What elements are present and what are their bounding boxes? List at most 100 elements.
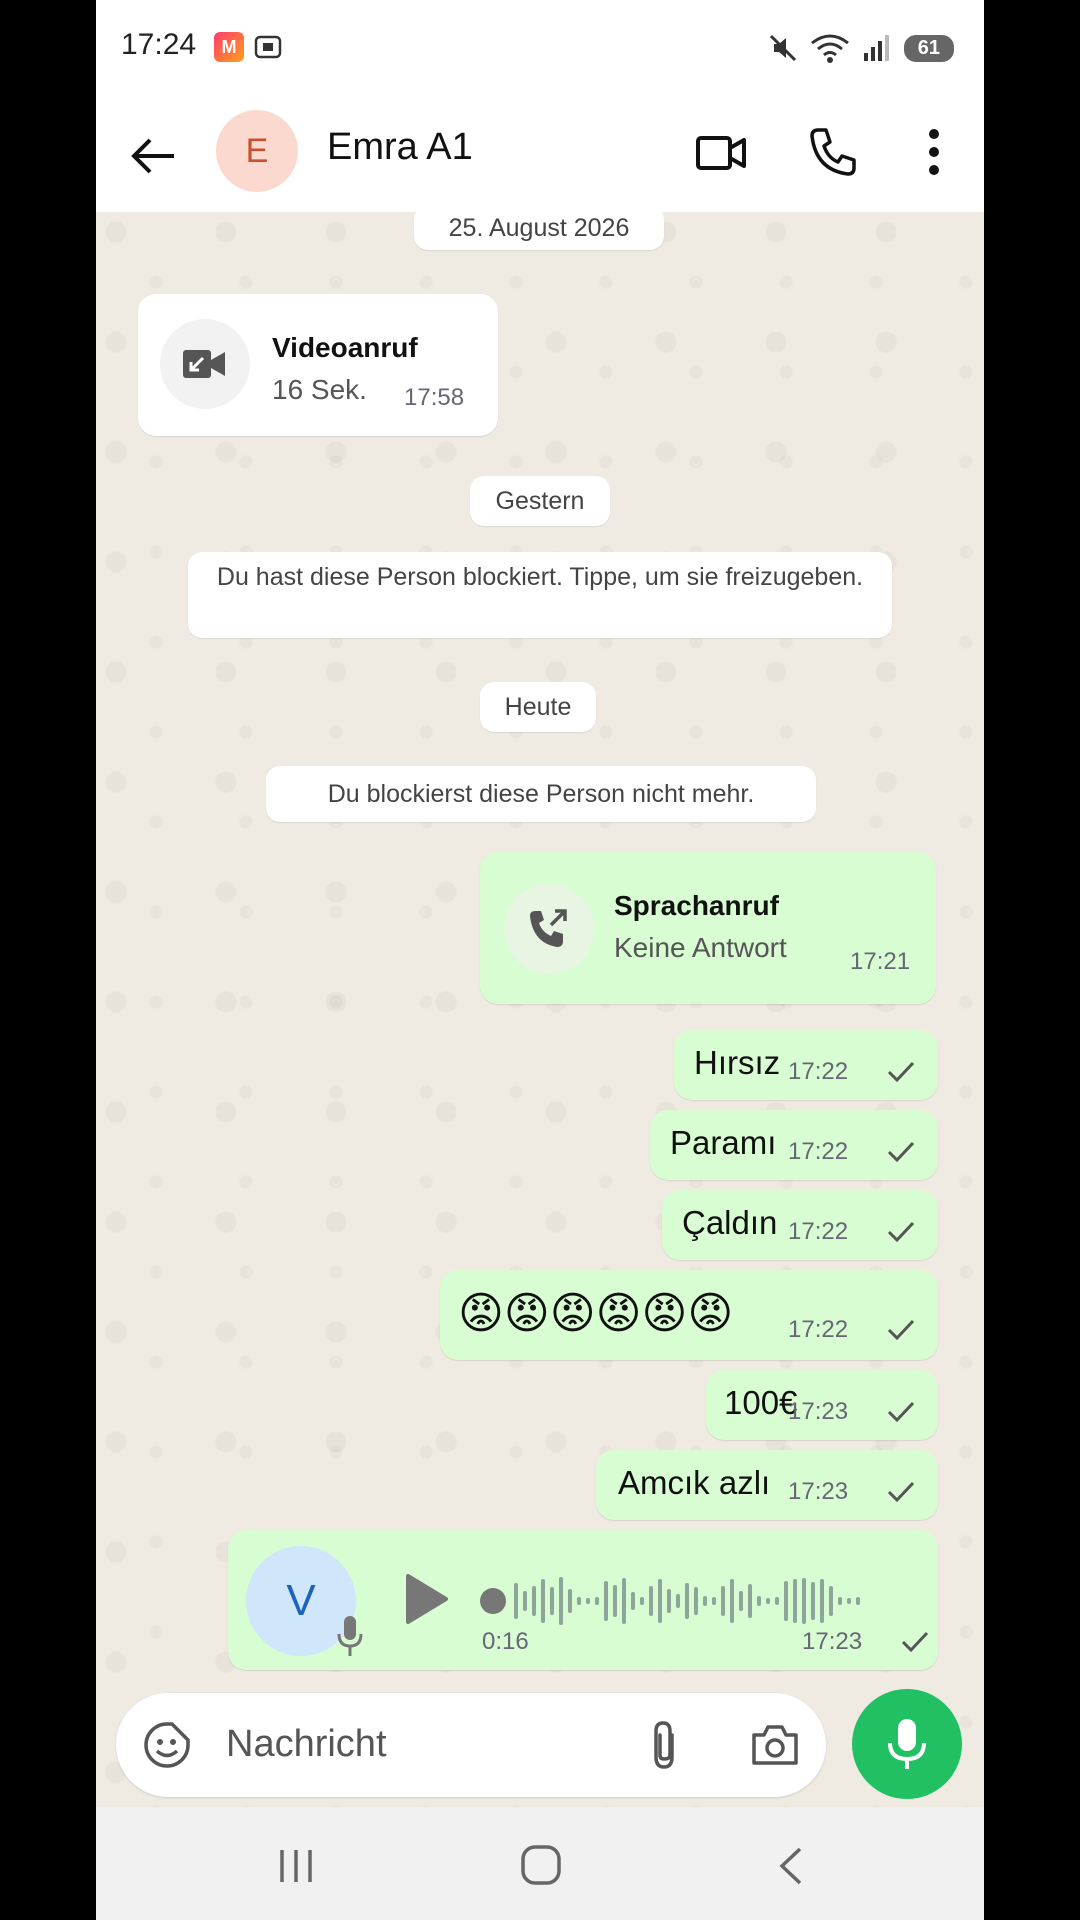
waveform-bar [748, 1584, 752, 1618]
play-icon[interactable] [404, 1572, 450, 1626]
waveform-bar [721, 1586, 725, 1616]
message-time: 17:22 [788, 1058, 849, 1085]
waveform-bar [703, 1596, 707, 1606]
wifi-icon [810, 34, 849, 63]
waveform-bar [847, 1598, 851, 1604]
waveform-bar [766, 1598, 770, 1604]
message-bubble[interactable]: Amcık azlı 17:23 [596, 1450, 938, 1520]
message-input[interactable]: Nachricht [226, 1723, 387, 1766]
waveform-bar [784, 1581, 788, 1621]
video-call-icon[interactable] [696, 130, 746, 176]
outgoing-call-icon [530, 909, 567, 947]
waveform-bar [820, 1579, 824, 1623]
camera-icon[interactable] [750, 1723, 800, 1767]
system-message-text: Du hast diese Person blockiert. Tippe, u… [216, 563, 864, 591]
more-options-icon[interactable] [928, 128, 940, 176]
contact-avatar[interactable]: E [216, 110, 298, 192]
waveform-bar [532, 1586, 536, 1616]
app-notification-icon: M [214, 32, 244, 62]
waveform-bar [694, 1587, 698, 1615]
message-composer[interactable]: Nachricht [116, 1693, 826, 1797]
voice-message-bubble[interactable]: V 0:16 17:23 [228, 1530, 938, 1670]
waveform-bar [685, 1583, 689, 1619]
message-text: Paramı [670, 1124, 777, 1161]
sent-check-icon [887, 1221, 915, 1243]
waveform-bar [730, 1579, 734, 1623]
waveform-bar [811, 1582, 815, 1620]
voice-call-bubble-icon-bg [504, 884, 594, 974]
message-text: 100€ [724, 1384, 798, 1421]
video-call-title: Videoanruf [272, 332, 418, 363]
back-arrow-icon[interactable] [126, 128, 182, 184]
waveform-bar [739, 1591, 743, 1611]
recent-apps-icon[interactable] [276, 1848, 316, 1884]
voice-progress-knob[interactable] [480, 1588, 506, 1614]
chat-header: E Emra A1 [96, 100, 984, 212]
waveform-bar [550, 1587, 554, 1615]
voice-waveform[interactable] [514, 1570, 860, 1632]
status-time: 17:24 [121, 28, 197, 61]
mute-icon [769, 34, 796, 62]
battery-indicator: 61 [903, 34, 954, 62]
system-message-blocked[interactable]: Du hast diese Person blockiert. Tippe, u… [188, 552, 892, 638]
date-separator: Heute [480, 682, 596, 732]
sent-check-icon [887, 1061, 915, 1083]
voice-duration: 0:16 [482, 1628, 529, 1655]
chat-area[interactable]: 25. August 2026 Videoanruf 16 Sek. 17:58… [96, 206, 984, 1807]
message-bubble[interactable]: 100€ 17:23 [706, 1370, 938, 1440]
waveform-bar [658, 1579, 662, 1623]
waveform-bar [640, 1597, 644, 1605]
waveform-bar [775, 1597, 779, 1605]
missed-video-call-icon [183, 350, 225, 378]
voice-call-status: Keine Antwort [614, 932, 787, 963]
message-bubble[interactable]: 😡😡😡😡😡😡 17:22 [440, 1270, 938, 1360]
emoji-message: 😡😡😡😡😡😡 [458, 1289, 734, 1338]
status-indicators: 61 [768, 30, 954, 66]
contact-name[interactable]: Emra A1 [327, 126, 473, 169]
status-bar: 17:24 M 61 [96, 0, 984, 100]
message-text: Hırsız [694, 1044, 781, 1081]
voice-record-button[interactable] [852, 1689, 962, 1799]
waveform-bar [559, 1577, 563, 1625]
message-time: 17:23 [802, 1628, 863, 1655]
waveform-bar [649, 1586, 653, 1616]
waveform-bar [856, 1597, 860, 1605]
message-time: 17:22 [788, 1218, 849, 1245]
waveform-bar [586, 1598, 590, 1604]
video-call-bubble-icon-bg [160, 319, 250, 409]
message-bubble[interactable]: Çaldın 17:22 [662, 1190, 938, 1260]
sent-check-icon [887, 1481, 915, 1503]
waveform-bar [514, 1583, 518, 1619]
message-time: 17:23 [788, 1478, 849, 1505]
message-text: Çaldın [682, 1204, 778, 1241]
video-call-duration: 16 Sek. [272, 374, 367, 405]
waveform-bar [712, 1597, 716, 1605]
waveform-bar [622, 1578, 626, 1624]
home-icon[interactable] [520, 1844, 562, 1886]
message-time: 17:22 [788, 1316, 849, 1343]
waveform-bar [604, 1581, 608, 1621]
signal-icon [863, 35, 889, 61]
nav-back-icon[interactable] [776, 1846, 806, 1886]
sticker-emoji-icon[interactable] [142, 1720, 192, 1770]
waveform-bar [838, 1597, 842, 1605]
waveform-bar [802, 1578, 806, 1624]
voice-call-title: Sprachanruf [614, 890, 779, 921]
system-nav-bar [96, 1808, 984, 1920]
attach-icon[interactable] [646, 1719, 682, 1771]
waveform-bar [631, 1592, 635, 1610]
message-text: Amcık azlı [618, 1464, 771, 1501]
phone-call-icon[interactable] [808, 126, 856, 176]
message-bubble[interactable]: Hırsız 17:22 [674, 1030, 938, 1100]
message-bubble[interactable]: Paramı 17:22 [650, 1110, 938, 1180]
sent-check-icon [887, 1319, 915, 1341]
sent-check-icon [887, 1401, 915, 1423]
waveform-bar [523, 1591, 527, 1611]
video-call-bubble[interactable]: Videoanruf 16 Sek. 17:58 [138, 294, 498, 436]
voice-call-bubble[interactable]: Sprachanruf Keine Antwort 17:21 [480, 852, 936, 1004]
waveform-bar [829, 1586, 833, 1616]
waveform-bar [757, 1596, 761, 1606]
waveform-bar [541, 1579, 545, 1623]
screenshot-icon [254, 35, 282, 59]
waveform-bar [577, 1597, 581, 1605]
